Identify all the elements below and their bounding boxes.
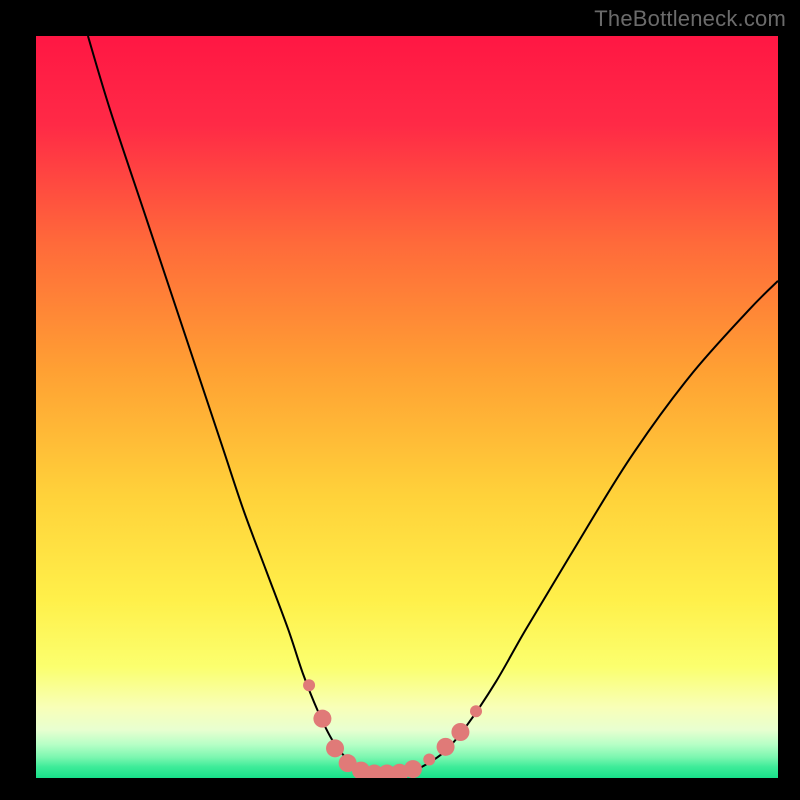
- marker-dot: [404, 760, 422, 778]
- chart-frame: TheBottleneck.com: [0, 0, 800, 800]
- plot-svg: [36, 36, 778, 778]
- marker-dot: [437, 738, 455, 756]
- marker-dot: [326, 739, 344, 757]
- marker-dot: [303, 679, 315, 691]
- marker-dot: [313, 710, 331, 728]
- marker-dot: [470, 705, 482, 717]
- marker-dot: [451, 723, 469, 741]
- attribution-label: TheBottleneck.com: [594, 6, 786, 32]
- plot-area: [36, 36, 778, 778]
- marker-dot: [423, 753, 435, 765]
